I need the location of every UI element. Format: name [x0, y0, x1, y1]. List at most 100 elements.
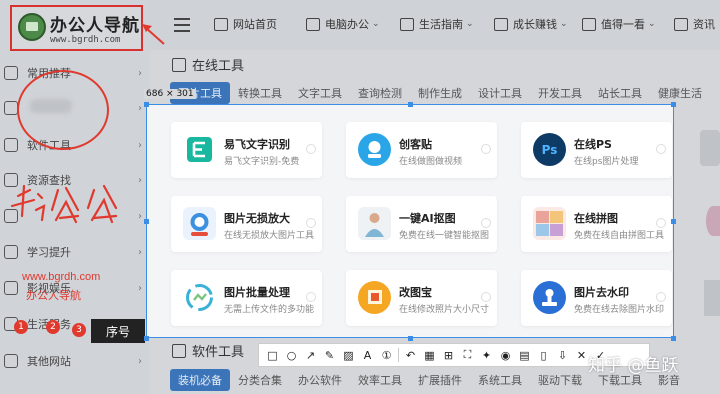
pin-tool-icon[interactable]: ⊞	[441, 348, 456, 363]
nav-life[interactable]: 生活指南 ⌄	[400, 16, 474, 32]
nav-worth[interactable]: 值得一看 ⌄	[582, 16, 656, 32]
resize-handle[interactable]	[408, 102, 413, 107]
tools-icon	[172, 57, 186, 72]
tab-health-tools[interactable]: 健康生活	[650, 82, 710, 104]
divider	[398, 348, 399, 362]
section-title: 在线工具	[192, 59, 245, 74]
nav-growth[interactable]: 成长赚钱 ⌄	[494, 16, 568, 32]
marker-tool-icon[interactable]: ▨	[341, 348, 356, 363]
section-title: 软件工具	[192, 345, 245, 360]
ai-cutout-icon	[358, 207, 391, 240]
tool-card[interactable]: 图片批量处理 无需上传文件的多功能	[171, 270, 322, 326]
resize-handle[interactable]	[144, 336, 149, 341]
annotation-arrow-icon	[142, 24, 165, 45]
tool-card[interactable]: 图片无损放大 在线无损放大图片工具	[171, 196, 322, 252]
grid-icon	[582, 17, 596, 31]
rectangle-tool-icon[interactable]: □	[265, 348, 280, 363]
card-title: 创客贴	[399, 138, 432, 151]
partial-card-right	[704, 280, 720, 316]
translate-tool-icon[interactable]: ⇩	[555, 348, 570, 363]
tool-card[interactable]: 图片去水印 免费在线去除图片水印	[521, 270, 672, 326]
card-title: 易飞文字识别	[224, 138, 290, 151]
card-desc: 免费在线一键智能抠图	[399, 231, 490, 241]
tool-card[interactable]: 一键AI抠图 免费在线一键智能抠图	[346, 196, 497, 252]
logo-url: www.bgrdh.com	[50, 35, 121, 45]
cancel-tool-icon[interactable]: ✕	[574, 348, 589, 363]
record-tool-icon[interactable]: ◉	[498, 348, 513, 363]
tab-office-software[interactable]: 办公软件	[290, 369, 350, 391]
annotation-handwriting	[10, 184, 118, 224]
resize-handle[interactable]	[671, 336, 676, 341]
menu-icon[interactable]	[174, 18, 190, 36]
arrow-right-icon	[306, 144, 316, 154]
tool-card[interactable]: 改图宝 在线修改照片大小尺寸	[346, 270, 497, 326]
logo[interactable]: 办公人导航 www.bgrdh.com	[10, 5, 143, 51]
tool-card[interactable]: 易飞文字识别 易飞文字识别-免费	[171, 122, 322, 178]
resize-handle[interactable]	[408, 336, 413, 341]
tab-webmaster-tools[interactable]: 站长工具	[590, 82, 650, 104]
sidebar-item-label: 学习提升	[27, 246, 71, 259]
card-title: 改图宝	[399, 286, 432, 299]
resize-handle[interactable]	[144, 102, 149, 107]
monitor-icon	[4, 101, 18, 115]
tab-essentials[interactable]: 装机必备	[170, 369, 230, 391]
smile-icon	[4, 281, 18, 295]
card-desc: 无需上传文件的多功能	[224, 305, 315, 315]
top-nav: 网站首页 电脑办公 ⌄ 生活指南 ⌄ 成长赚钱 ⌄ 值得一看 ⌄ 资讯	[150, 0, 720, 50]
site-watermark: 知乎 @鱼跃	[588, 356, 679, 376]
chevron-right-icon: ›	[138, 139, 142, 151]
tab-efficiency[interactable]: 效率工具	[350, 369, 410, 391]
tool-card[interactable]: Ps 在线PS 在线ps图片处理	[521, 122, 672, 178]
nav-home[interactable]: 网站首页	[214, 16, 277, 32]
image-upscale-icon	[183, 207, 216, 240]
tab-text-tools[interactable]: 文字工具	[290, 82, 350, 104]
save-tool-icon[interactable]: ▤	[517, 348, 532, 363]
tab-collections[interactable]: 分类合集	[230, 369, 290, 391]
nav-office[interactable]: 电脑办公 ⌄	[306, 16, 380, 32]
logo-icon	[18, 13, 46, 41]
home-icon	[214, 17, 228, 31]
chevron-right-icon: ›	[138, 174, 142, 186]
tab-convert-tools[interactable]: 转换工具	[230, 82, 290, 104]
copy-tool-icon[interactable]: ▯	[536, 348, 551, 363]
text-tool-icon[interactable]: A	[360, 348, 375, 363]
ellipse-tool-icon[interactable]: ○	[284, 348, 299, 363]
tab-system-tools[interactable]: 系统工具	[470, 369, 530, 391]
number-tool-icon[interactable]: ①	[379, 348, 394, 363]
pin-screen-tool-icon[interactable]: ✦	[479, 348, 494, 363]
sidebar-item-other[interactable]: 其他网站 ›	[4, 351, 144, 371]
undo-tool-icon[interactable]: ↶	[403, 348, 418, 363]
tab-query-tools[interactable]: 查询检测	[350, 82, 410, 104]
tool-card[interactable]: 在线拼图 免费在线自由拼图工具	[521, 196, 672, 252]
tab-drivers[interactable]: 驱动下载	[530, 369, 590, 391]
arrow-tool-icon[interactable]: ↗	[303, 348, 318, 363]
chevron-down-icon: ⌄	[372, 19, 380, 29]
pen-tool-icon[interactable]: ✎	[322, 348, 337, 363]
chevron-right-icon: ›	[138, 102, 142, 114]
annotation-badge-1: 1	[14, 320, 28, 334]
nav-label: 电脑办公	[325, 18, 369, 31]
svg-text:Ps: Ps	[542, 143, 558, 157]
resize-handle[interactable]	[671, 102, 676, 107]
nav-label: 生活指南	[419, 18, 463, 31]
resize-handle[interactable]	[671, 219, 676, 224]
arrow-right-icon	[481, 218, 491, 228]
card-desc: 免费在线自由拼图工具	[574, 231, 665, 241]
card-title: 图片无损放大	[224, 212, 290, 225]
tab-generate-tools[interactable]: 制作生成	[410, 82, 470, 104]
nav-news[interactable]: 资讯	[674, 16, 715, 32]
resize-handle[interactable]	[144, 219, 149, 224]
tab-design-tools[interactable]: 设计工具	[470, 82, 530, 104]
ocr-tool-icon[interactable]: ⛶	[460, 348, 475, 363]
card-desc: 在线做图做视频	[399, 157, 463, 167]
nav-label: 网站首页	[233, 18, 277, 31]
card-desc: 免费在线去除图片水印	[574, 305, 665, 315]
chevron-right-icon: ›	[138, 282, 142, 294]
capture-selection[interactable]: 易飞文字识别 易飞文字识别-免费 创客贴 在线做图做视频 Ps 在线PS 在线p…	[146, 104, 674, 338]
mosaic-tool-icon[interactable]: ▦	[422, 348, 437, 363]
arrow-right-icon	[656, 218, 666, 228]
tool-card[interactable]: 创客贴 在线做图做视频	[346, 122, 497, 178]
tools-icon	[172, 343, 186, 358]
tab-dev-tools[interactable]: 开发工具	[530, 82, 590, 104]
tab-extensions[interactable]: 扩展插件	[410, 369, 470, 391]
